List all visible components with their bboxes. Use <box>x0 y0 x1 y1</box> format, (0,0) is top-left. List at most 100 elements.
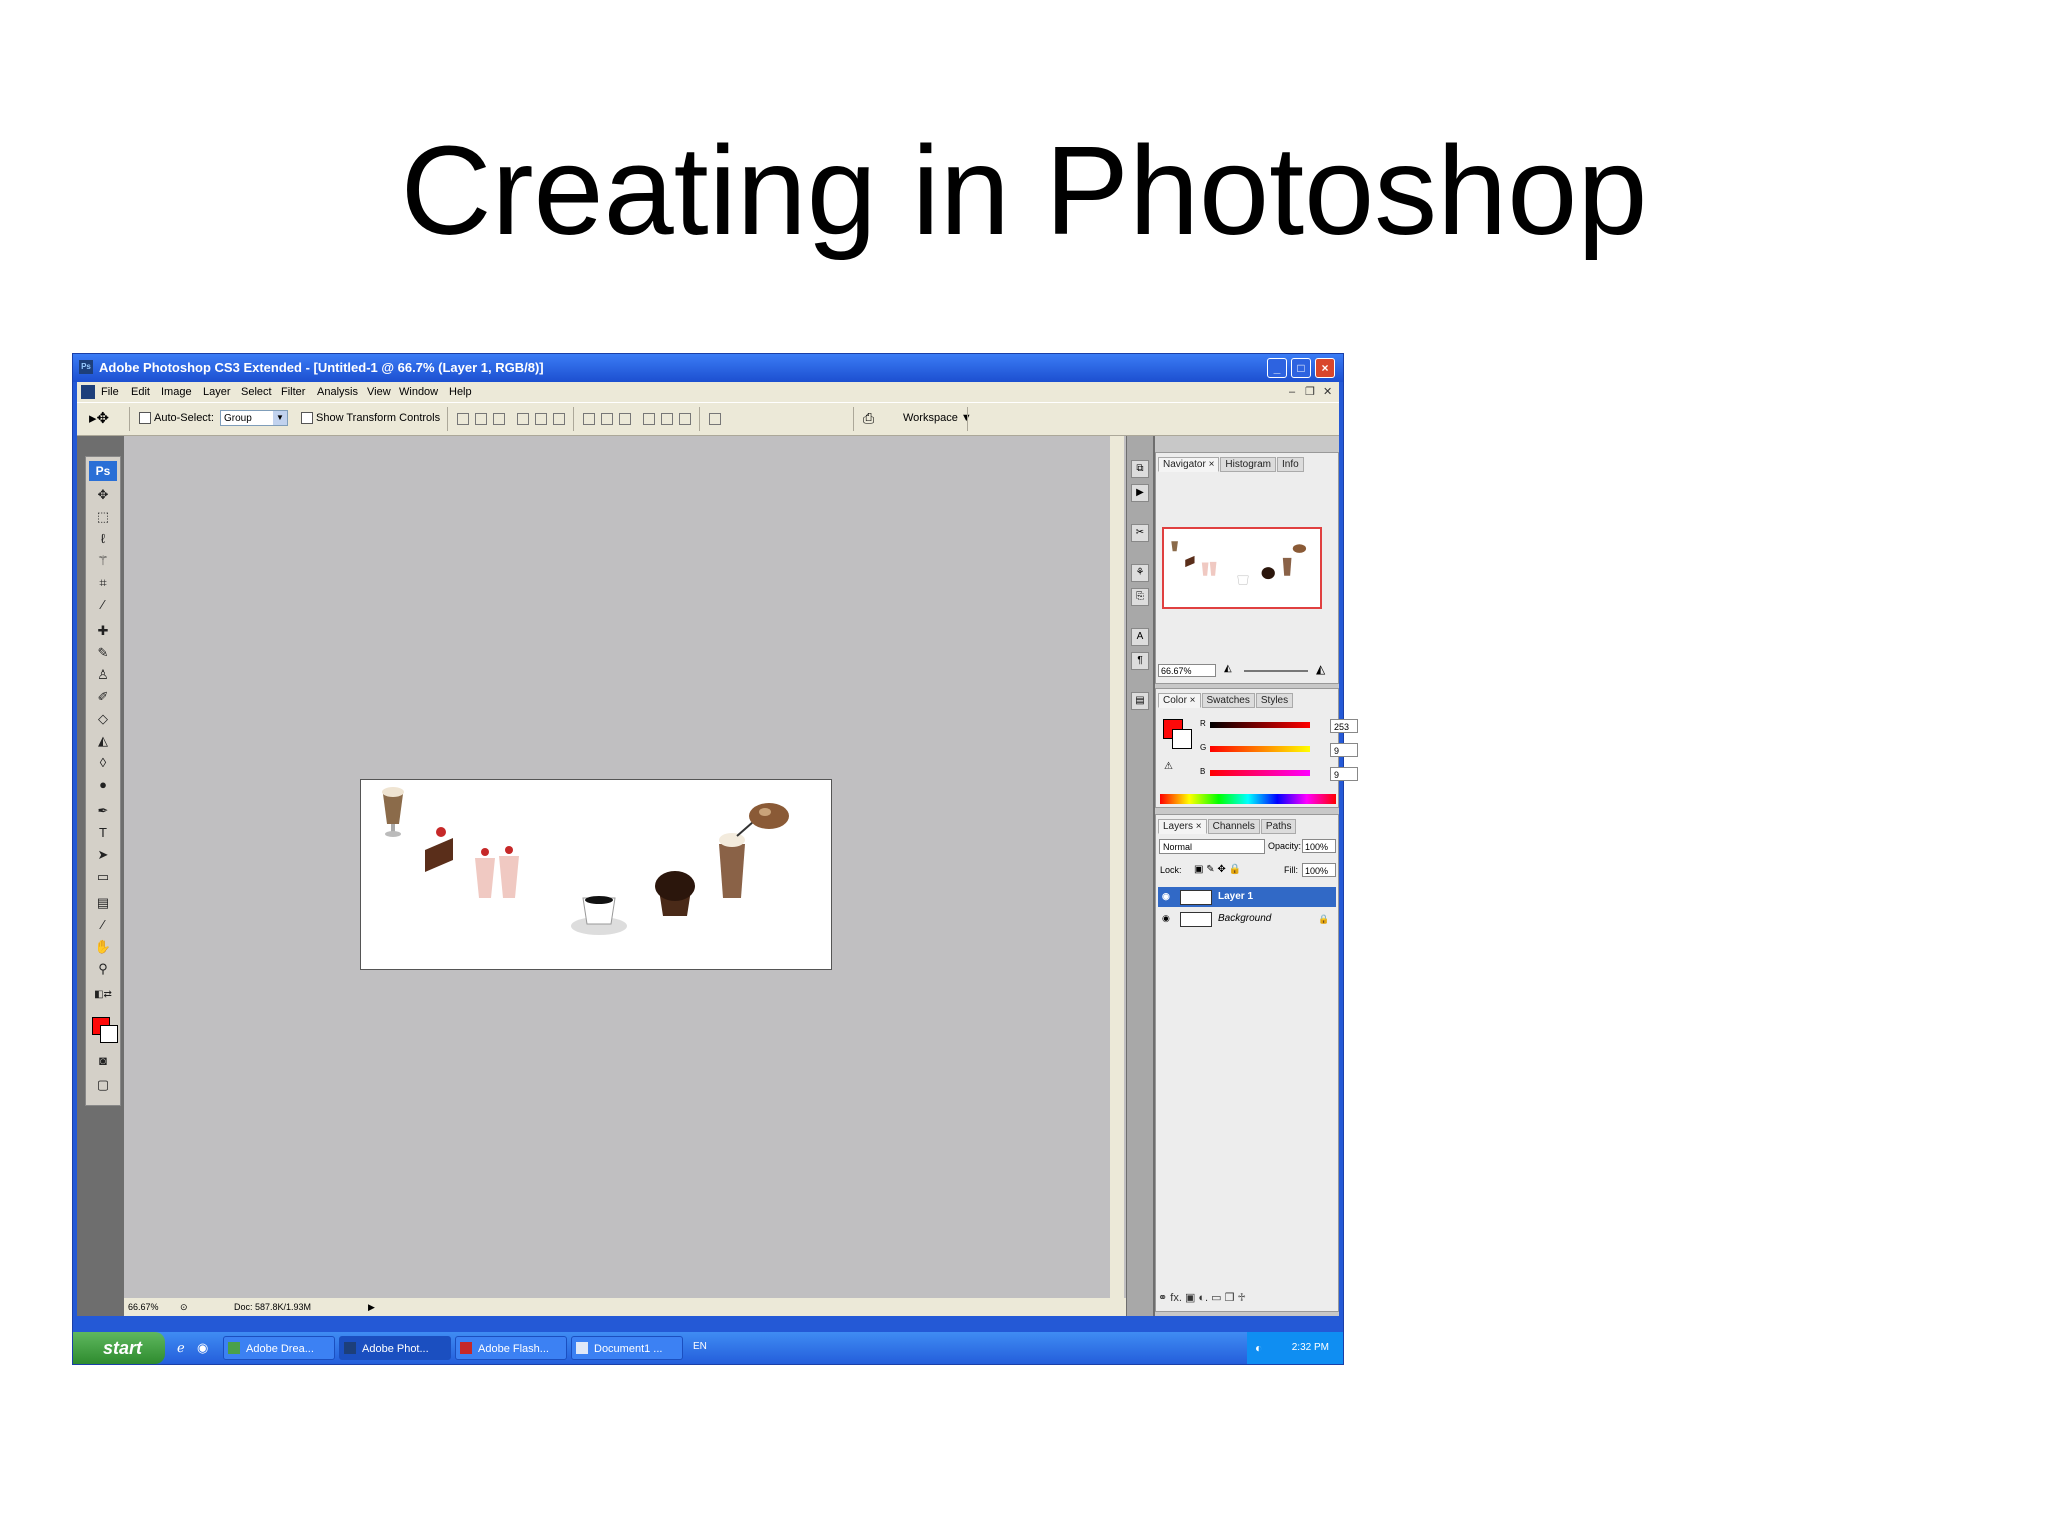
color-spectrum-ramp[interactable] <box>1160 794 1336 804</box>
taskbar-dreamweaver[interactable]: Adobe Drea... <box>223 1336 335 1360</box>
menu-filter[interactable]: Filter <box>281 382 305 402</box>
paragraph-panel-icon[interactable]: ¶ <box>1131 652 1149 670</box>
distribute-hcenter-icon[interactable] <box>661 413 673 425</box>
quick-launch-ie-icon[interactable]: ℯ <box>177 1340 185 1356</box>
clone-source-icon[interactable]: ⎘ <box>1131 588 1149 606</box>
zoom-slider[interactable] <box>1244 670 1308 672</box>
actions-panel-icon[interactable]: ▶ <box>1131 484 1149 502</box>
quick-mask-icon[interactable]: ◙ <box>94 1053 112 1069</box>
history-brush-icon[interactable]: ✐ <box>94 689 112 705</box>
menu-help[interactable]: Help <box>449 382 472 402</box>
align-left-icon[interactable] <box>517 413 529 425</box>
document-canvas[interactable] <box>360 779 832 970</box>
tab-info[interactable]: Info <box>1277 457 1304 472</box>
type-tool-icon[interactable]: T <box>94 825 112 841</box>
background-color-swatch[interactable] <box>100 1025 118 1043</box>
screen-mode-icon[interactable]: ▢ <box>94 1077 112 1093</box>
green-value-input[interactable]: 9 <box>1330 743 1358 757</box>
layer-comps-icon[interactable]: ▤ <box>1131 692 1149 710</box>
layer-row-layer-1[interactable]: ◉ Layer 1 <box>1158 887 1336 907</box>
crop-tool-icon[interactable]: ⌗ <box>94 575 112 591</box>
green-slider[interactable] <box>1210 746 1310 752</box>
healing-brush-icon[interactable]: ✚ <box>94 623 112 639</box>
pen-tool-icon[interactable]: ✒ <box>94 803 112 819</box>
language-indicator[interactable]: EN <box>693 1341 707 1352</box>
align-top-icon[interactable] <box>457 413 469 425</box>
window-titlebar[interactable]: Ps Adobe Photoshop CS3 Extended - [Untit… <box>73 354 1343 382</box>
notes-tool-icon[interactable]: ▤ <box>94 895 112 911</box>
fill-input[interactable]: 100% <box>1302 863 1336 877</box>
taskbar-photoshop[interactable]: Adobe Phot... <box>339 1336 451 1360</box>
paint-bucket-icon[interactable]: ◭ <box>94 733 112 749</box>
doc-close-icon[interactable]: ✕ <box>1323 382 1332 402</box>
tab-navigator[interactable]: Navigator × <box>1158 457 1220 472</box>
vertical-scrollbar[interactable] <box>1110 436 1124 1298</box>
layers-footer-buttons[interactable]: ⚭ fx. ▣ ◐. ▭ ❒ ♱ <box>1158 1291 1336 1307</box>
brushes-panel-icon[interactable]: ⚘ <box>1131 564 1149 582</box>
distribute-left-icon[interactable] <box>643 413 655 425</box>
menu-image[interactable]: Image <box>161 382 192 402</box>
red-slider[interactable] <box>1210 722 1310 728</box>
taskbar-document1[interactable]: Document1 ... <box>571 1336 683 1360</box>
visibility-eye-icon[interactable]: ◉ <box>1162 891 1172 901</box>
blue-value-input[interactable]: 9 <box>1330 767 1358 781</box>
start-button[interactable]: start <box>73 1332 165 1364</box>
layer-row-background[interactable]: ◉ Background 🔒 <box>1158 909 1336 929</box>
doc-minimize-icon[interactable]: – <box>1289 382 1295 402</box>
auto-select-dropdown[interactable]: Group ▼ <box>220 410 288 426</box>
auto-select-option[interactable]: Auto-Select: <box>139 412 214 425</box>
eraser-icon[interactable]: ◇ <box>94 711 112 727</box>
visibility-eye-icon[interactable]: ◉ <box>1162 913 1172 923</box>
blue-slider[interactable] <box>1210 770 1310 776</box>
close-button[interactable]: × <box>1315 358 1335 378</box>
doc-restore-icon[interactable]: ❐ <box>1305 382 1315 402</box>
history-panel-icon[interactable]: ⧉ <box>1131 460 1149 478</box>
navigator-preview[interactable] <box>1162 527 1322 609</box>
blur-tool-icon[interactable]: ◊ <box>94 755 112 771</box>
status-menu-arrow-icon[interactable]: ▶ <box>368 1298 375 1316</box>
magic-wand-icon[interactable]: ⚚ <box>94 553 112 569</box>
distribute-bottom-icon[interactable] <box>619 413 631 425</box>
distribute-vcenter-icon[interactable] <box>601 413 613 425</box>
gamut-warning-icon[interactable]: ⚠ <box>1164 761 1173 772</box>
menu-file[interactable]: File <box>101 382 119 402</box>
transform-controls-checkbox[interactable] <box>301 412 313 425</box>
bridge-icon[interactable]: ⎙ <box>863 410 874 427</box>
maximize-button[interactable]: □ <box>1291 358 1311 378</box>
tab-styles[interactable]: Styles <box>1255 693 1294 708</box>
align-vcenter-icon[interactable] <box>475 413 487 425</box>
tab-swatches[interactable]: Swatches <box>1201 693 1255 708</box>
shape-tool-icon[interactable]: ▭ <box>94 869 112 885</box>
dodge-tool-icon[interactable]: ● <box>94 777 112 793</box>
eyedropper-icon[interactable]: ⁄ <box>94 597 112 613</box>
blend-mode-dropdown[interactable]: Normal <box>1159 839 1265 854</box>
move-tool-preset-icon[interactable]: ▸✥ <box>89 409 109 427</box>
align-bottom-icon[interactable] <box>493 413 505 425</box>
hand-tool-icon[interactable]: ✋ <box>94 939 112 955</box>
document-menu-icon[interactable] <box>81 385 95 399</box>
transform-controls-option[interactable]: Show Transform Controls <box>301 412 440 425</box>
red-value-input[interactable]: 253 <box>1330 719 1358 733</box>
auto-align-icon[interactable] <box>709 413 721 425</box>
color-panel-background[interactable] <box>1172 729 1192 749</box>
path-select-icon[interactable]: ➤ <box>94 847 112 863</box>
align-right-icon[interactable] <box>553 413 565 425</box>
menu-window[interactable]: Window <box>399 382 438 402</box>
menu-analysis[interactable]: Analysis <box>317 382 358 402</box>
menu-edit[interactable]: Edit <box>131 382 150 402</box>
clone-stamp-icon[interactable]: ♙ <box>94 667 112 683</box>
auto-select-checkbox[interactable] <box>139 412 151 425</box>
workspace-menu[interactable]: Workspace ▼ <box>903 412 972 424</box>
taskbar-flash[interactable]: Adobe Flash... <box>455 1336 567 1360</box>
default-colors-icon[interactable]: ◧⇄ <box>94 987 112 1003</box>
marquee-tool-icon[interactable]: ⬚ <box>94 509 112 525</box>
tray-network-icon[interactable]: ◐ <box>1255 1332 1262 1364</box>
menu-select[interactable]: Select <box>241 382 272 402</box>
tab-histogram[interactable]: Histogram <box>1220 457 1276 472</box>
tab-channels[interactable]: Channels <box>1207 819 1260 834</box>
move-tool-icon[interactable]: ✥ <box>94 487 112 503</box>
lock-options-icon[interactable]: ▣ ✎ ✥ 🔒 <box>1194 864 1241 875</box>
distribute-right-icon[interactable] <box>679 413 691 425</box>
character-panel-icon[interactable]: A <box>1131 628 1149 646</box>
menu-layer[interactable]: Layer <box>203 382 231 402</box>
